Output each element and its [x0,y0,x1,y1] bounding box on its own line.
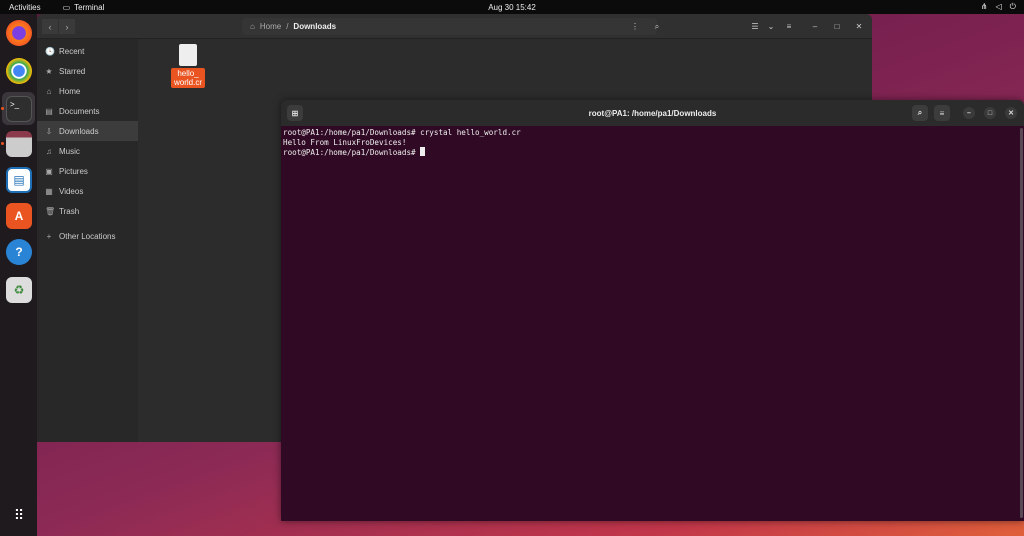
writer-icon[interactable]: ▤ [6,167,32,193]
terminal-output[interactable]: root@PA1:/home/pa1/Downloads# crystal he… [281,126,1024,160]
sidebar-item-other-locations[interactable]: + Other Locations [37,226,138,246]
file-item[interactable]: hello_ world.cr [171,44,205,88]
sidebar-item-label: Starred [59,66,86,76]
sidebar-item-label: Downloads [59,126,99,136]
app-grid-icon[interactable]: ⠿ [6,502,32,528]
system-tray[interactable]: ⋔ ◁ ⏻ [981,2,1016,12]
sidebar-item-label: Videos [59,186,84,196]
crumb-sep: / [286,22,289,31]
crumb-current[interactable]: Downloads [293,22,336,31]
sidebar-item-documents[interactable]: ▤ Documents [37,101,138,121]
terminal-prompt: root@PA1:/home/pa1/Downloads# [283,148,421,157]
sidebar-item-videos[interactable]: ▦ Videos [37,181,138,201]
maximize-icon[interactable]: □ [984,107,996,119]
scrollbar[interactable] [1020,128,1023,518]
sidebar-item-home[interactable]: ⌂ Home [37,81,138,101]
music-icon: ♫ [46,146,52,156]
new-tab-icon[interactable]: ⊞ [287,105,303,121]
power-icon: ⏻ [1009,2,1016,11]
clock[interactable]: Aug 30 15:42 [488,3,536,12]
terminal-icon: ▭ [62,2,71,12]
sidebar-item-label: Pictures [59,166,88,176]
terminal-title: root@PA1: /home/pa1/Downloads [588,108,717,118]
terminal-line: Hello From LinuxFroDevices! [283,137,407,147]
search-icon[interactable]: ⌕ [912,105,928,121]
video-icon: ▦ [45,186,53,196]
sidebar-item-pictures[interactable]: ▣ Pictures [37,161,138,181]
clock-icon: 🕓 [45,46,55,56]
sidebar-item-downloads[interactable]: ⇩ Downloads [37,121,138,141]
files-icon[interactable] [6,131,32,157]
terminal-header: ⊞ root@PA1: /home/pa1/Downloads ⌕ ≡ – □ … [281,100,1024,126]
minimize-icon[interactable]: – [807,19,823,34]
menu-icon[interactable]: ≡ [934,105,950,121]
terminal-line: root@PA1:/home/pa1/Downloads# crystal he… [283,128,521,137]
list-view-icon[interactable]: ☰ [747,19,763,34]
plus-icon: + [46,231,52,241]
crumb-home[interactable]: Home [260,22,281,31]
file-name: hello_ world.cr [171,68,205,88]
app-menu-label: Terminal [74,2,105,12]
sidebar-item-starred[interactable]: ★ Starred [37,61,138,81]
close-icon[interactable]: ✕ [851,19,867,34]
download-icon: ⇩ [45,126,53,136]
breadcrumb[interactable]: ⌂ Home / Downloads [242,18,657,35]
sidebar-item-trash[interactable]: 🗑 Trash [37,201,138,221]
chevron-down-icon[interactable]: ⌄ [763,19,779,34]
search-icon[interactable]: ⌕ [649,19,665,34]
trash-icon[interactable]: ♻ [6,277,32,303]
sidebar-item-label: Music [59,146,80,156]
text-file-icon [179,44,197,66]
sidebar-item-label: Home [59,86,81,96]
back-button[interactable]: ‹ [42,19,58,34]
minimize-icon[interactable]: – [963,107,975,119]
sidebar-item-music[interactable]: ♫ Music [37,141,138,161]
terminal-dock-icon[interactable]: >_ [6,96,32,122]
sidebar: 🕓 Recent ★ Starred ⌂ Home ▤ Documents ⇩ Downl… [37,39,138,442]
menu-icon[interactable]: ≡ [781,19,797,34]
forward-button[interactable]: › [59,19,75,34]
sidebar-item-label: Other Locations [59,231,116,241]
top-bar: Activities ▭ Terminal Aug 30 15:42 ⋔ ◁ ⏻ [0,0,1024,14]
more-options-icon[interactable]: ⋮ [627,19,643,34]
maximize-icon[interactable]: □ [829,19,845,34]
sidebar-item-label: Trash [59,206,80,216]
cursor [420,147,426,156]
app-menu[interactable]: ▭ Terminal [63,3,105,12]
sidebar-item-label: Documents [59,106,100,116]
volume-icon: ◁ [995,2,1002,11]
chrome-icon[interactable] [6,58,32,84]
sidebar-item-label: Recent [59,46,85,56]
firefox-icon[interactable] [6,20,32,46]
dock: >_ ▤ A ? ♻ ⠿ [0,14,37,536]
network-icon: ⋔ [980,2,988,11]
terminal-window: ⊞ root@PA1: /home/pa1/Downloads ⌕ ≡ – □ … [281,100,1024,521]
star-icon: ★ [45,66,53,76]
home-icon: ⌂ [46,86,52,96]
document-icon: ▤ [45,106,53,116]
home-icon: ⌂ [250,22,255,31]
close-icon[interactable]: ✕ [1005,107,1017,119]
app-center-icon[interactable]: A [6,203,32,229]
picture-icon: ▣ [45,166,53,176]
files-header: ‹ › ⌂ Home / Downloads ⋮ ⌕ ☰ ⌄ ≡ – □ ✕ [37,14,872,39]
help-icon[interactable]: ? [6,239,32,265]
activities-button[interactable]: Activities [9,3,41,12]
sidebar-item-recent[interactable]: 🕓 Recent [37,41,138,61]
trash-icon: 🗑 [45,206,56,216]
